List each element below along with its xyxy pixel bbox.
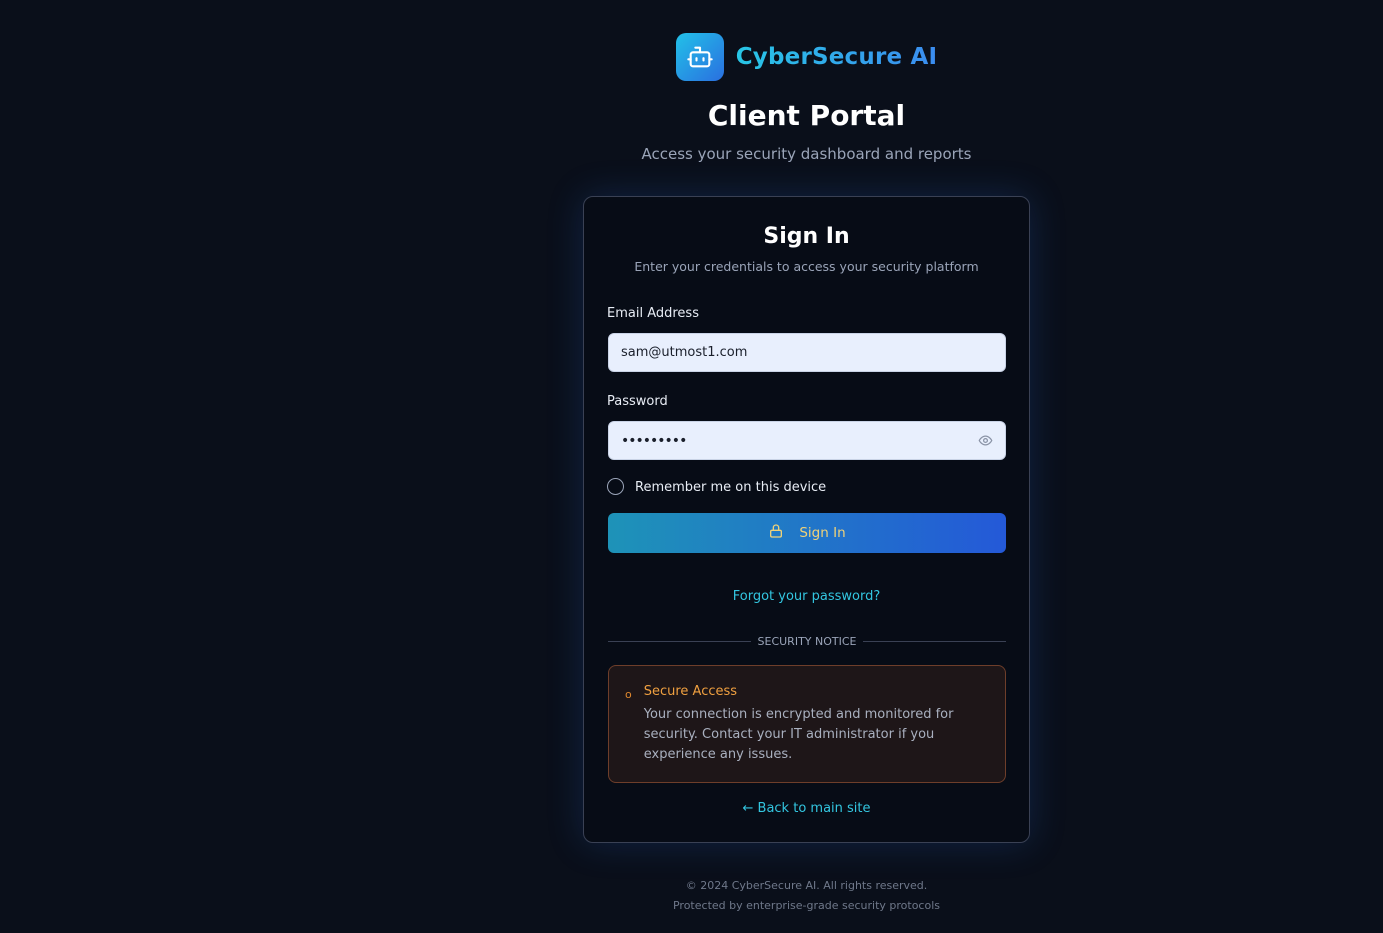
remember-me-checkbox[interactable] [607,477,624,495]
footer-tagline: Protected by enterprise-grade security p… [672,899,940,912]
card-subtitle: Enter your credentials to access your se… [634,259,979,274]
notice-title: Secure Access [643,684,738,699]
divider-text: SECURITY NOTICE [757,634,857,648]
email-value: sam@utmost1.com [621,345,748,360]
email-field[interactable]: sam@utmost1.com [608,333,1006,372]
notice-body: Secure Access Your connection is encrypt… [644,684,987,782]
email-label: Email Address [607,306,699,321]
robot-icon [675,33,724,81]
eye-icon[interactable] [977,433,993,449]
back-to-main-site-link[interactable]: ← Back to main site [584,801,1029,816]
brand-name: CyberSecure AI [735,44,938,70]
password-field[interactable]: ••••••••• [608,421,1006,460]
notice-icon: o [625,688,632,701]
footer-copyright: © 2024 CyberSecure AI. All rights reserv… [685,879,928,892]
remember-me[interactable]: Remember me on this device [607,477,826,495]
divider-line [863,640,1006,642]
brand-header: CyberSecure AI [0,33,1383,81]
sign-in-button[interactable]: Sign In [608,513,1006,553]
notice-text: Your connection is encrypted and monitor… [643,707,954,762]
page-subtitle: Access your security dashboard and repor… [641,145,972,163]
sign-in-button-label: Sign In [799,525,846,541]
remember-me-label: Remember me on this device [635,480,827,495]
lock-icon [768,523,784,543]
divider-line [608,640,751,642]
password-value: ••••••••• [621,432,687,449]
security-notice-divider: SECURITY NOTICE [608,634,1006,648]
password-label: Password [607,394,668,409]
security-notice: o Secure Access Your connection is encry… [608,665,1006,783]
page-title: Client Portal [707,99,906,132]
card-title: Sign In [763,224,850,249]
sign-in-card: Sign In Enter your credentials to access… [583,196,1030,843]
forgot-password-link[interactable]: Forgot your password? [584,589,1029,604]
